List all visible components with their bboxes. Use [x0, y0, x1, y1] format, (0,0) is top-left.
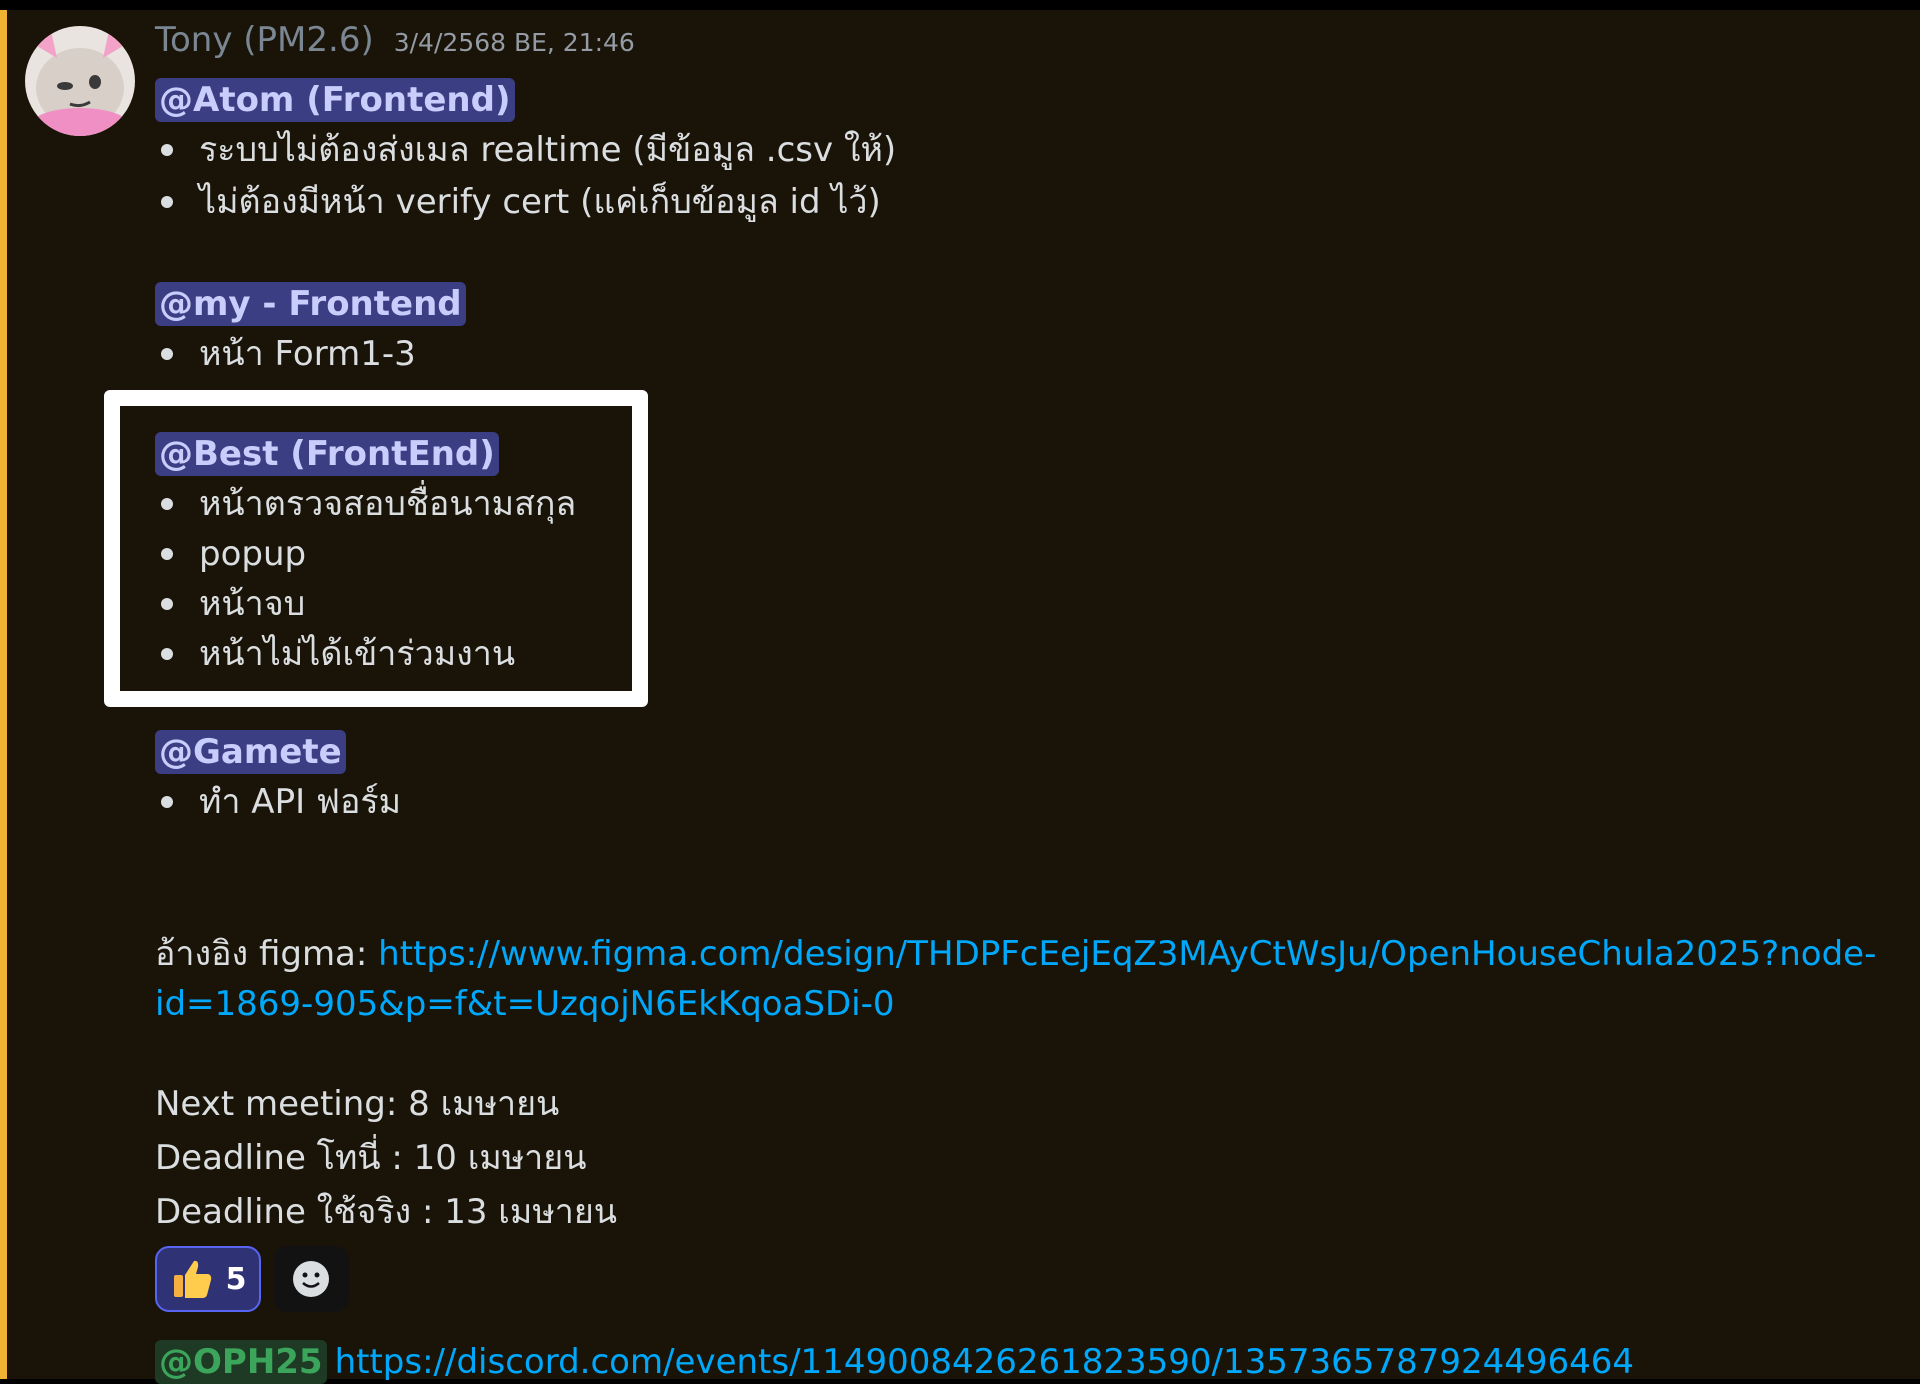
figma-link[interactable]: https://www.figma.com/design/THDPFcEejEq…	[378, 934, 1876, 974]
section-my: @my - Frontend	[155, 282, 466, 326]
message-header: Tony (PM2.6) 3/4/2568 BE, 21:46	[155, 20, 635, 60]
thumbs-up-icon	[173, 1260, 211, 1298]
smiley-icon	[293, 1261, 329, 1297]
role-mention[interactable]: @my - Frontend	[155, 282, 466, 326]
reference-line: อ้างอิง figma: https://www.figma.com/des…	[155, 932, 1876, 976]
reaction-thumbs-up[interactable]: 5	[155, 1246, 261, 1312]
timestamp[interactable]: 3/4/2568 BE, 21:46	[394, 28, 635, 57]
figma-link-continued[interactable]: id=1869-905&p=f&t=UzqojN6EkKqoaSDi-0	[155, 984, 895, 1024]
section-atom: @Atom (Frontend)	[155, 78, 515, 122]
author-name[interactable]: Tony (PM2.6)	[155, 20, 374, 60]
list-item: ระบบไม่ต้องส่งเมล realtime (มีข้อมูล .cs…	[155, 128, 896, 172]
section-gamete: @Gamete	[155, 730, 346, 774]
reference-label: อ้างอิง figma:	[155, 934, 379, 974]
list-item: หน้า Form1-3	[155, 332, 416, 376]
avatar-image	[25, 26, 135, 136]
bullet-icon	[161, 795, 173, 808]
avatar[interactable]	[25, 26, 135, 136]
reaction-count: 5	[225, 1261, 247, 1297]
bullet-icon	[161, 347, 173, 360]
user-mention[interactable]: @Atom (Frontend)	[155, 78, 515, 122]
deadline-real: Deadline ใช้จริง : 13 เมษายน	[155, 1192, 617, 1232]
reference-line-2: id=1869-905&p=f&t=UzqojN6EkKqoaSDi-0	[155, 982, 895, 1026]
footer-line: @OPH25 https://discord.com/events/1149008…	[155, 1340, 1634, 1384]
highlight-box	[104, 390, 648, 707]
message: Tony (PM2.6) 3/4/2568 BE, 21:46 @Atom (F…	[0, 10, 1920, 1384]
add-reaction-button[interactable]	[273, 1246, 349, 1312]
deadline-test: Deadline โทนี่ : 10 เมษายน	[155, 1138, 587, 1178]
bullet-icon	[161, 195, 173, 208]
next-meeting: Next meeting: 8 เมษายน	[155, 1084, 560, 1124]
bullet-icon	[161, 143, 173, 156]
list-item: ไม่ต้องมีหน้า verify cert (แค่เก็บข้อมูล…	[155, 180, 881, 224]
list-item: ทำ API ฟอร์ม	[155, 780, 401, 824]
user-mention[interactable]: @Gamete	[155, 730, 346, 774]
discord-event-link[interactable]: https://discord.com/events/1149008426261…	[335, 1342, 1634, 1382]
role-mention[interactable]: @OPH25	[155, 1340, 327, 1384]
